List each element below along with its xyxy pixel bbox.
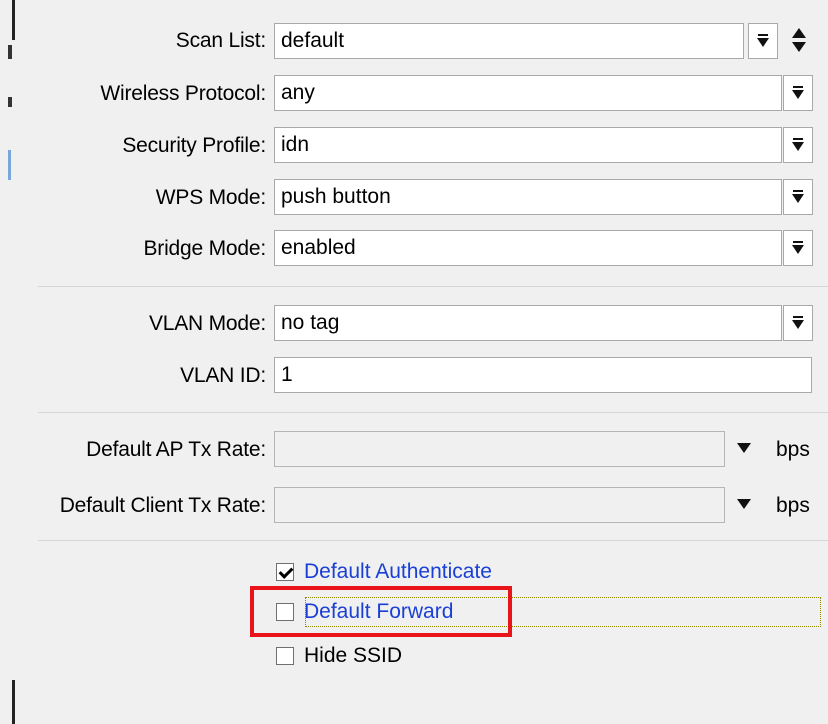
default-client-tx-rate-field[interactable] xyxy=(274,487,725,523)
vlan-mode-label: VLAN Mode: xyxy=(148,312,266,335)
dropdown-arrow-icon xyxy=(792,138,804,152)
highlight-box xyxy=(250,586,512,637)
bridge-mode-field[interactable]: enabled xyxy=(274,230,782,266)
wireless-protocol-label: Wireless Protocol: xyxy=(100,82,266,105)
default-ap-tx-rate-field[interactable] xyxy=(274,431,725,467)
bridge-mode-label: Bridge Mode: xyxy=(143,237,266,260)
up-arrow-icon xyxy=(792,28,806,38)
hide-ssid-checkbox-row[interactable]: Hide SSID xyxy=(276,641,402,671)
dropdown-arrow-icon xyxy=(792,241,804,255)
section-divider xyxy=(38,412,828,413)
section-divider xyxy=(38,286,828,287)
edge-line xyxy=(12,680,15,724)
up-down-arrows-icon[interactable] xyxy=(790,28,808,56)
security-profile-dropdown-button[interactable] xyxy=(783,127,813,163)
wps-mode-label: WPS Mode: xyxy=(155,186,266,209)
scan-list-label: Scan List: xyxy=(175,29,266,52)
window-left-edge xyxy=(0,0,20,724)
checkmark-icon xyxy=(278,564,294,579)
dropdown-arrow-icon xyxy=(792,316,804,330)
security-profile-field[interactable]: idn xyxy=(274,127,782,163)
default-ap-tx-rate-unit: bps xyxy=(776,438,810,461)
scan-list-field[interactable]: default xyxy=(274,23,744,59)
default-authenticate-checkbox-row[interactable]: Default Authenticate xyxy=(276,557,492,587)
edge-mark xyxy=(8,45,12,59)
default-client-tx-rate-unit: bps xyxy=(776,494,810,517)
security-profile-label: Security Profile: xyxy=(122,134,266,157)
edge-selection-mark xyxy=(8,150,11,180)
vlan-mode-field[interactable]: no tag xyxy=(274,305,782,341)
triangle-down-icon[interactable] xyxy=(737,443,751,453)
hide-ssid-label[interactable]: Hide SSID xyxy=(304,642,402,670)
default-authenticate-checkbox[interactable] xyxy=(276,563,294,581)
hide-ssid-checkbox[interactable] xyxy=(276,647,294,665)
section-divider xyxy=(38,540,828,541)
wps-mode-field[interactable]: push button xyxy=(274,179,782,215)
wireless-protocol-field[interactable]: any xyxy=(274,75,782,111)
dropdown-arrow-icon xyxy=(757,34,769,48)
scan-list-dropdown-button[interactable] xyxy=(748,23,778,59)
down-arrow-icon xyxy=(792,42,806,52)
wireless-protocol-dropdown-button[interactable] xyxy=(783,75,813,111)
bridge-mode-dropdown-button[interactable] xyxy=(783,230,813,266)
wps-mode-dropdown-button[interactable] xyxy=(783,179,813,215)
dropdown-arrow-icon xyxy=(792,190,804,204)
vlan-id-label: VLAN ID: xyxy=(180,364,266,387)
vlan-id-field[interactable]: 1 xyxy=(274,357,812,393)
triangle-down-icon[interactable] xyxy=(737,499,751,509)
vlan-mode-dropdown-button[interactable] xyxy=(783,305,813,341)
dropdown-arrow-icon xyxy=(792,86,804,100)
default-client-tx-rate-label: Default Client Tx Rate: xyxy=(59,494,266,517)
edge-line xyxy=(12,0,15,40)
default-ap-tx-rate-label: Default AP Tx Rate: xyxy=(86,438,266,461)
default-authenticate-label[interactable]: Default Authenticate xyxy=(304,558,492,586)
edge-mark xyxy=(8,97,12,107)
